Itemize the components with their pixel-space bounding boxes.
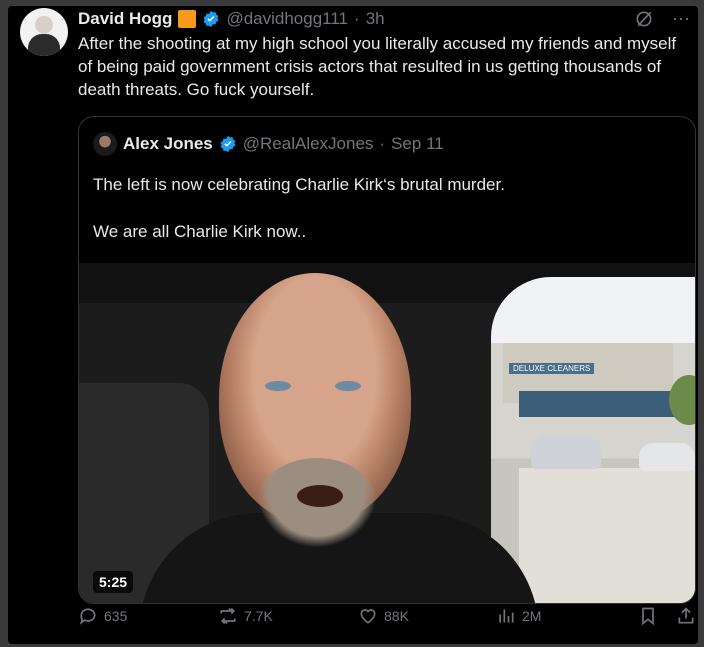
tweet-timestamp[interactable]: 3h xyxy=(366,9,385,29)
views-button[interactable]: 2M xyxy=(496,606,541,626)
tweet-top-controls: ··· xyxy=(634,8,690,29)
grok-icon[interactable] xyxy=(634,9,654,29)
like-count: 88K xyxy=(384,608,409,624)
repost-count: 7.7K xyxy=(244,608,273,624)
quoted-author-avatar[interactable] xyxy=(93,132,117,156)
meta-separator: · xyxy=(354,9,360,28)
tweet-card: David Hogg @davidhogg111 · 3h ··· After … xyxy=(8,6,698,644)
quoted-meta-separator: · xyxy=(379,134,386,153)
storefront-sign: DELUXE CLEANERS xyxy=(509,363,595,374)
share-icon xyxy=(678,607,694,624)
author-handle[interactable]: @davidhogg111 xyxy=(226,9,348,29)
tweet-header: David Hogg @davidhogg111 · 3h xyxy=(78,8,385,30)
view-count: 2M xyxy=(522,608,542,624)
views-chart-icon xyxy=(499,609,514,623)
repost-icon xyxy=(220,607,236,625)
author-name[interactable]: David Hogg xyxy=(78,9,172,29)
quoted-tweet[interactable]: Alex Jones @RealAlexJones · Sep 11 The l… xyxy=(78,116,696,604)
bookmark-button[interactable] xyxy=(638,606,658,626)
quoted-tweet-header: Alex Jones @RealAlexJones · Sep 11 xyxy=(93,132,444,156)
video-player[interactable]: DELUXE CLEANERS 5:25 xyxy=(79,263,695,603)
quoted-tweet-date[interactable]: Sep 11 xyxy=(391,134,444,154)
tweet-text: After the shooting at my high school you… xyxy=(78,34,677,99)
reply-button[interactable]: 635 xyxy=(78,606,127,626)
quoted-author-name[interactable]: Alex Jones xyxy=(123,134,213,154)
verified-badge-icon xyxy=(204,10,219,28)
quoted-text-line-1: The left is now celebrating Charlie Kirk… xyxy=(93,175,505,194)
video-duration-badge: 5:25 xyxy=(93,571,134,593)
quoted-author-handle[interactable]: @RealAlexJones xyxy=(243,134,374,154)
heart-icon xyxy=(360,609,376,624)
more-options-icon[interactable]: ··· xyxy=(672,8,690,29)
author-avatar[interactable] xyxy=(20,8,68,56)
affiliation-badge-icon xyxy=(178,10,197,28)
bookmark-icon xyxy=(642,607,654,626)
like-button[interactable]: 88K xyxy=(358,606,409,626)
quoted-verified-badge-icon xyxy=(220,135,236,153)
quoted-text-line-2: We are all Charlie Kirk now.. xyxy=(93,222,307,241)
repost-button[interactable]: 7.7K xyxy=(218,606,273,626)
share-button[interactable] xyxy=(676,606,696,626)
reply-count: 635 xyxy=(104,608,128,624)
reply-icon xyxy=(79,608,96,625)
quoted-tweet-text: The left is now celebrating Charlie Kirk… xyxy=(93,173,673,267)
